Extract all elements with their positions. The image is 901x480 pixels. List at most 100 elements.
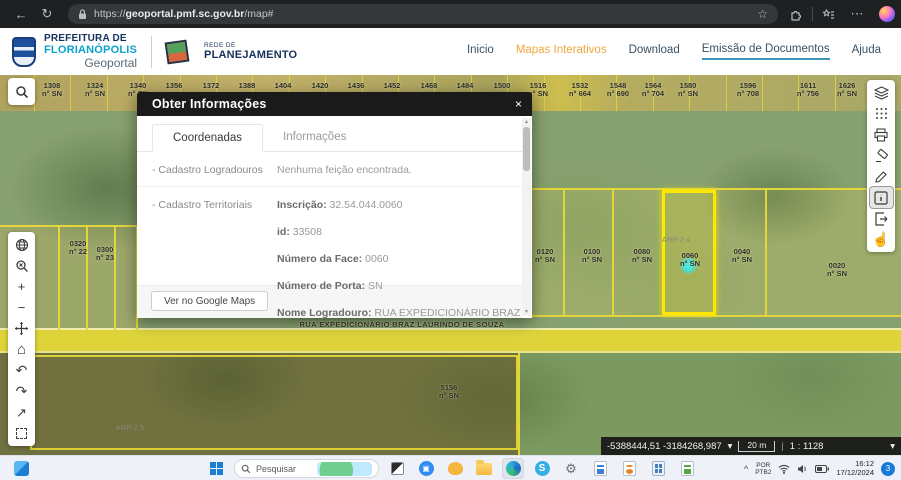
rede-planejamento-logo[interactable]: REDE DE PLANEJAMENTO — [164, 39, 297, 64]
large-parcel-outline — [30, 355, 518, 450]
map-status-bar: -5388444,51 -3184268,987 ▾ 20 m | 1 : 11… — [601, 437, 901, 455]
search-icon — [241, 464, 251, 473]
app-pet-button[interactable] — [444, 458, 466, 479]
parcel-label: 1596 n° 708 — [736, 81, 760, 98]
battery-icon[interactable] — [815, 464, 830, 473]
parcel-line — [520, 315, 901, 317]
system-tray: ^ POR PTB2 16:12 17/12/2024 3 — [744, 456, 895, 480]
full-extent-button[interactable]: ↗ — [10, 402, 33, 423]
parcel-line — [114, 225, 116, 330]
google-maps-button[interactable]: Ver no Google Maps — [151, 291, 269, 311]
row-value: Nenhuma feição encontrada. — [277, 164, 412, 176]
parcel-label: 1356 — [165, 81, 183, 90]
calculator-icon — [651, 461, 665, 476]
nav-mapas-interativos[interactable]: Mapas Interativos — [516, 44, 607, 59]
copilot-profile-icon[interactable] — [879, 6, 895, 22]
edge-browser-button[interactable] — [502, 458, 524, 479]
back-icon[interactable]: ← — [8, 4, 34, 24]
nav-download[interactable]: Download — [629, 44, 680, 59]
dialog-title: Obter Informações — [152, 97, 267, 111]
map-road — [0, 328, 901, 353]
layers-button[interactable] — [870, 82, 893, 103]
calculator-button[interactable] — [647, 458, 669, 479]
parcel-line — [70, 75, 71, 111]
zoom-out-button[interactable]: − — [10, 297, 33, 318]
basemap-button[interactable] — [870, 103, 893, 124]
task-view-button[interactable] — [386, 458, 408, 479]
identify-button[interactable] — [868, 186, 894, 209]
clock[interactable]: 16:12 17/12/2024 — [836, 459, 874, 477]
writer-button[interactable] — [589, 458, 611, 479]
globe-button[interactable] — [10, 234, 33, 255]
parcel-label: 1500 — [493, 81, 511, 90]
volume-icon[interactable] — [797, 464, 808, 474]
parcel-label: 1452 — [383, 81, 401, 90]
impress-button[interactable] — [618, 458, 640, 479]
refresh-icon[interactable]: ↻ — [34, 4, 60, 24]
collections-icon[interactable] — [822, 8, 835, 21]
dialog-scrollbar[interactable]: ▲ ▼ — [522, 118, 531, 316]
row-label: - Cadastro Logradouros — [152, 164, 263, 176]
dialog-header[interactable]: Obter Informações × — [137, 92, 532, 116]
calc-doc-icon — [680, 461, 694, 476]
widgets-button[interactable] — [8, 459, 34, 478]
pan-button[interactable] — [10, 318, 33, 339]
info-icon — [874, 190, 888, 205]
tab-informacoes[interactable]: Informações — [263, 124, 366, 151]
favorite-star-icon[interactable]: ☆ — [757, 7, 768, 21]
taskbar-center: Pesquisar ▣ S ⚙ — [205, 458, 698, 479]
select-area-button[interactable] — [10, 423, 33, 444]
address-bar[interactable]: https://geoportal.pmf.sc.gov.br/map# ☆ — [68, 4, 778, 24]
browser-toolbar: ← ↻ https://geoportal.pmf.sc.gov.br/map#… — [0, 0, 901, 28]
language-indicator[interactable]: POR PTB2 — [755, 462, 771, 476]
print-button[interactable] — [870, 124, 893, 145]
next-extent-button[interactable]: ↷ — [10, 381, 33, 402]
gear-icon: ⚙ — [565, 460, 577, 476]
field-inscricao: Inscrição: 32.54.044.0060 — [277, 199, 403, 211]
scale-dropdown-icon[interactable]: ▾ — [890, 441, 895, 452]
extensions-icon[interactable] — [790, 8, 803, 21]
parcel-label: 1548 n° 690 — [606, 81, 630, 98]
nav-inicio[interactable]: Inicio — [467, 44, 494, 59]
pan-hand-button[interactable]: ☝ — [870, 229, 893, 250]
skype-button[interactable]: S — [531, 458, 553, 479]
scroll-down-icon[interactable]: ▼ — [524, 308, 529, 316]
parcel-label: 1324 n° SN — [84, 81, 106, 98]
wifi-icon[interactable] — [778, 464, 790, 474]
map-search-button[interactable] — [8, 78, 35, 105]
notification-badge[interactable]: 3 — [881, 461, 895, 476]
logo-line2: FLORIANÓPOLIS — [44, 44, 138, 56]
parcel-label: 0320 n° 22 — [68, 239, 88, 256]
draw-button[interactable] — [870, 166, 893, 187]
parcel-label: 0100 n° SN — [581, 247, 603, 264]
previous-extent-button[interactable]: ↶ — [10, 360, 33, 381]
start-button[interactable] — [205, 458, 227, 479]
zoom-in-button[interactable]: + — [10, 276, 33, 297]
file-explorer-button[interactable] — [473, 458, 495, 479]
scrollbar-thumb[interactable] — [523, 127, 530, 171]
nav-ajuda[interactable]: Ajuda — [852, 44, 881, 59]
coords-dropdown-icon[interactable]: ▾ — [728, 441, 733, 452]
measure-button[interactable] — [870, 145, 893, 166]
zoom-box-button[interactable] — [10, 255, 33, 276]
folder-icon — [476, 459, 492, 475]
nav-emissao-documentos[interactable]: Emissão de Documentos — [701, 43, 830, 60]
parcel-label: 1532 n° 664 — [568, 81, 592, 98]
chat-button[interactable]: ▣ — [415, 458, 437, 479]
export-button[interactable] — [870, 208, 893, 229]
prefeitura-logo[interactable]: PREFEITURA DE FLORIANÓPOLIS Geoportal — [0, 33, 137, 70]
close-icon[interactable]: × — [515, 97, 522, 111]
settings-button[interactable]: ⚙ — [560, 458, 582, 479]
coat-of-arms-icon — [12, 36, 36, 67]
rede-line1: REDE DE — [204, 42, 236, 49]
parcel-line — [762, 75, 763, 111]
taskbar-search[interactable]: Pesquisar — [234, 459, 379, 478]
menu-more-icon[interactable]: ⋯ — [844, 4, 870, 24]
tray-expand-icon[interactable]: ^ — [744, 464, 748, 474]
scroll-up-icon[interactable]: ▲ — [524, 118, 529, 126]
tab-coordenadas[interactable]: Coordenadas — [152, 124, 264, 152]
home-extent-button[interactable]: ⌂ — [10, 339, 33, 360]
street-name-label: RUA EXPEDICIONÁRIO BRAZ LAURINDO DE SOUZ… — [299, 320, 505, 329]
parcel-line — [518, 353, 520, 455]
calc-button[interactable] — [676, 458, 698, 479]
